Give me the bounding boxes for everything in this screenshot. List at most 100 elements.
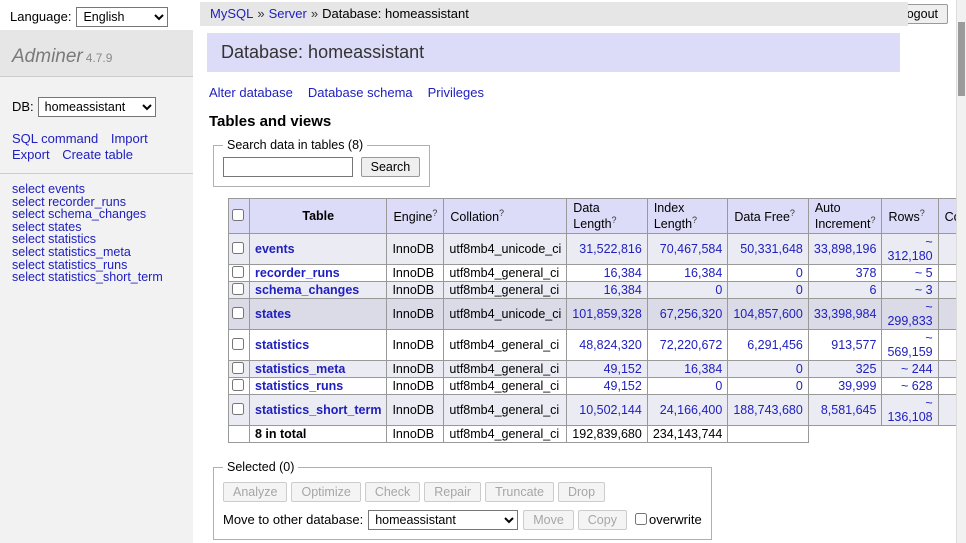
column-help-link[interactable]: ? [920,208,925,218]
rows-link[interactable]: ~ 299,833 [887,300,932,328]
row-checkbox[interactable] [232,362,244,374]
sidebar-table-link[interactable]: select events [12,183,181,196]
sidebar-action-link[interactable]: Create table [62,147,133,162]
data-length-link[interactable]: 101,859,328 [572,307,642,321]
row-checkbox[interactable] [232,242,244,254]
tables-heading: Tables and views [209,113,900,130]
row-checkbox[interactable] [232,338,244,350]
table-name-link[interactable]: statistics [255,338,309,352]
rows-link[interactable]: ~ 569,159 [887,331,932,359]
rows-link[interactable]: ~ 3 [915,283,933,297]
table-name-link[interactable]: statistics_short_term [255,403,381,417]
column-help-link[interactable]: ? [432,208,437,218]
column-help-link[interactable]: ? [499,208,504,218]
table-name-link[interactable]: statistics_meta [255,362,345,376]
auto-increment-link[interactable]: 39,999 [838,379,876,393]
vertical-scrollbar[interactable] [956,0,966,543]
sidebar-action-link[interactable]: Export [12,147,50,162]
data-length-link[interactable]: 31,522,816 [579,242,642,256]
data-length-link[interactable]: 10,502,144 [579,403,642,417]
auto-increment-link[interactable]: 33,898,196 [814,242,877,256]
index-length-link[interactable]: 67,256,320 [660,307,723,321]
move-db-select[interactable]: homeassistant [368,510,518,530]
index-length-link[interactable]: 16,384 [684,362,722,376]
breadcrumb-server-link[interactable]: Server [269,6,307,21]
row-checkbox[interactable] [232,266,244,278]
auto-increment-link[interactable]: 378 [856,266,877,280]
breadcrumb-mysql-link[interactable]: MySQL [210,6,253,21]
auto-increment-link[interactable]: 913,577 [831,338,876,352]
collation-cell: utf8mb4_general_ci [444,361,567,378]
data-free-link[interactable]: 0 [796,379,803,393]
bulk-action-button[interactable]: Analyze [223,482,287,502]
table-name-link[interactable]: events [255,242,295,256]
language-select[interactable]: English [76,7,168,27]
column-help-link[interactable]: ? [612,215,617,225]
search-input[interactable] [223,157,353,177]
data-length-link[interactable]: 48,824,320 [579,338,642,352]
row-checkbox[interactable] [232,283,244,295]
app-title: Adminer4.7.9 [0,30,193,77]
rows-link[interactable]: ~ 312,180 [887,235,932,263]
sidebar-action-link[interactable]: SQL command [12,131,98,146]
bulk-action-button[interactable]: Optimize [291,482,360,502]
data-free-link[interactable]: 0 [796,362,803,376]
overwrite-checkbox[interactable] [635,513,647,525]
index-length-link[interactable]: 16,384 [684,266,722,280]
auto-increment-link[interactable]: 8,581,645 [821,403,877,417]
select-all-checkbox[interactable] [232,209,244,221]
db-action-link[interactable]: Privileges [428,85,484,100]
search-button[interactable]: Search [361,157,421,177]
move-button[interactable]: Move [523,510,574,530]
rows-link[interactable]: ~ 244 [901,362,933,376]
table-row: statistics_runs InnoDB utf8mb4_general_c… [229,378,966,395]
sidebar-action-link[interactable]: Import [111,131,148,146]
db-action-link[interactable]: Database schema [308,85,413,100]
row-checkbox[interactable] [232,307,244,319]
column-help-link[interactable]: ? [790,208,795,218]
data-length-link[interactable]: 16,384 [604,266,642,280]
data-length-link[interactable]: 49,152 [604,362,642,376]
auto-increment-link[interactable]: 325 [856,362,877,376]
bulk-action-button[interactable]: Repair [424,482,481,502]
table-name-link[interactable]: statistics_runs [255,379,343,393]
row-checkbox[interactable] [232,403,244,415]
index-length-link[interactable]: 24,166,400 [660,403,723,417]
db-select[interactable]: homeassistant [38,97,156,117]
scrollbar-thumb[interactable] [958,22,965,96]
data-length-link[interactable]: 49,152 [604,379,642,393]
rows-link[interactable]: ~ 5 [915,266,933,280]
sidebar-table-link[interactable]: select statistics_meta [12,246,181,259]
column-help-link[interactable]: ? [870,215,875,225]
data-free-link[interactable]: 104,857,600 [733,307,803,321]
db-action-link[interactable]: Alter database [209,85,293,100]
column-help-link[interactable]: ? [692,215,697,225]
total-collation-cell: utf8mb4_general_ci [444,426,567,443]
sidebar-table-link[interactable]: select statistics_short_term [12,271,181,284]
data-free-link[interactable]: 6,291,456 [747,338,803,352]
collation-cell: utf8mb4_general_ci [444,265,567,282]
sidebar-table-link[interactable]: select schema_changes [12,208,181,221]
data-free-link[interactable]: 0 [796,283,803,297]
rows-link[interactable]: ~ 628 [901,379,933,393]
data-free-link[interactable]: 50,331,648 [740,242,803,256]
data-length-link[interactable]: 16,384 [604,283,642,297]
bulk-action-button[interactable]: Drop [558,482,605,502]
row-checkbox[interactable] [232,379,244,391]
table-name-link[interactable]: schema_changes [255,283,359,297]
total-data-free-cell [728,426,809,443]
index-length-link[interactable]: 70,467,584 [660,242,723,256]
data-free-link[interactable]: 0 [796,266,803,280]
auto-increment-link[interactable]: 6 [869,283,876,297]
bulk-action-button[interactable]: Check [365,482,420,502]
table-name-link[interactable]: states [255,307,291,321]
index-length-link[interactable]: 0 [715,283,722,297]
auto-increment-link[interactable]: 33,398,984 [814,307,877,321]
bulk-action-button[interactable]: Truncate [485,482,554,502]
index-length-link[interactable]: 72,220,672 [660,338,723,352]
data-free-link[interactable]: 188,743,680 [733,403,803,417]
copy-button[interactable]: Copy [578,510,627,530]
table-name-link[interactable]: recorder_runs [255,266,340,280]
rows-link[interactable]: ~ 136,108 [887,396,932,424]
index-length-link[interactable]: 0 [715,379,722,393]
